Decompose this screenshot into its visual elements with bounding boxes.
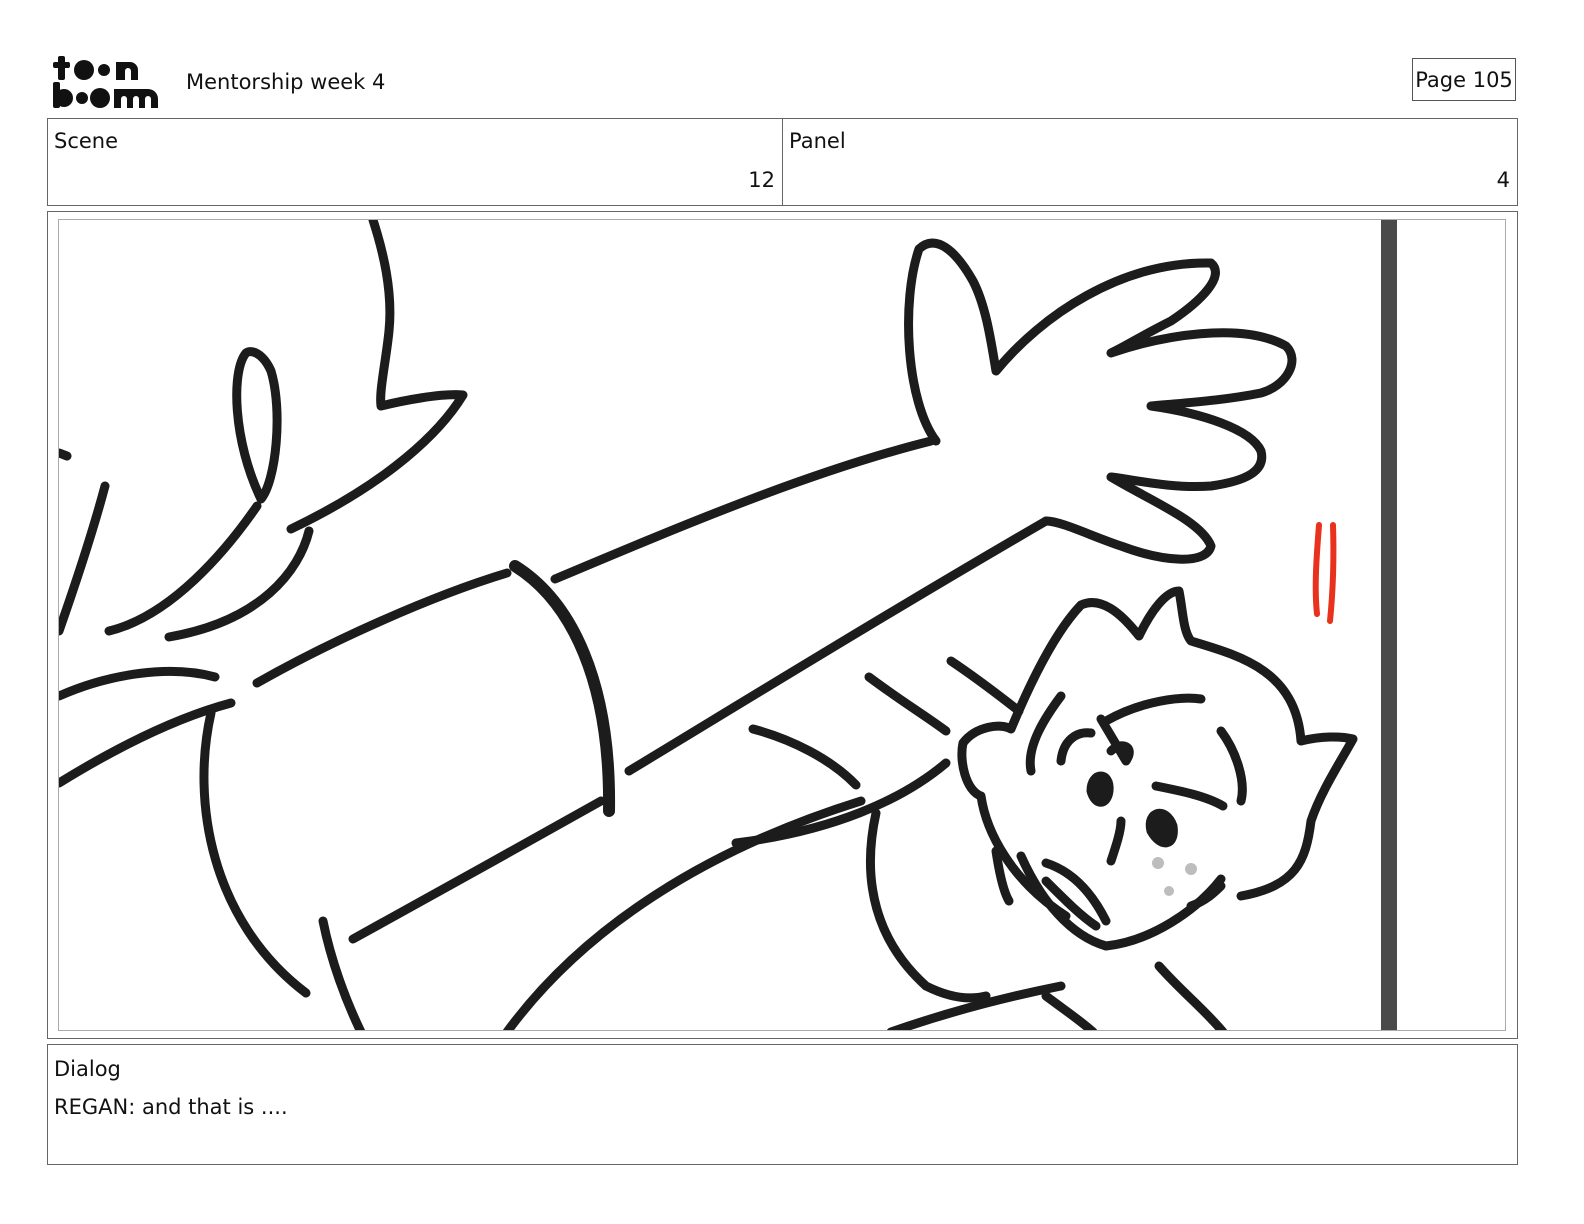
dialog-text: REGAN: and that is .... xyxy=(54,1095,288,1119)
scene-panel-info-row: Scene 12 Panel 4 xyxy=(47,118,1518,206)
panel-value: 4 xyxy=(1496,168,1510,192)
project-title: Mentorship week 4 xyxy=(186,70,386,94)
scene-cell: Scene 12 xyxy=(48,119,782,205)
scene-label: Scene xyxy=(54,129,119,153)
scene-value: 12 xyxy=(748,168,775,192)
storyboard-sketch xyxy=(58,219,1506,1031)
panel-cell: Panel 4 xyxy=(782,119,1517,205)
toonboom-logo xyxy=(52,52,164,110)
panel-label: Panel xyxy=(789,129,846,153)
dialog-box: Dialog REGAN: and that is .... xyxy=(47,1044,1518,1165)
page-number-box: Page 105 xyxy=(1412,58,1516,101)
dialog-label: Dialog xyxy=(54,1057,121,1081)
